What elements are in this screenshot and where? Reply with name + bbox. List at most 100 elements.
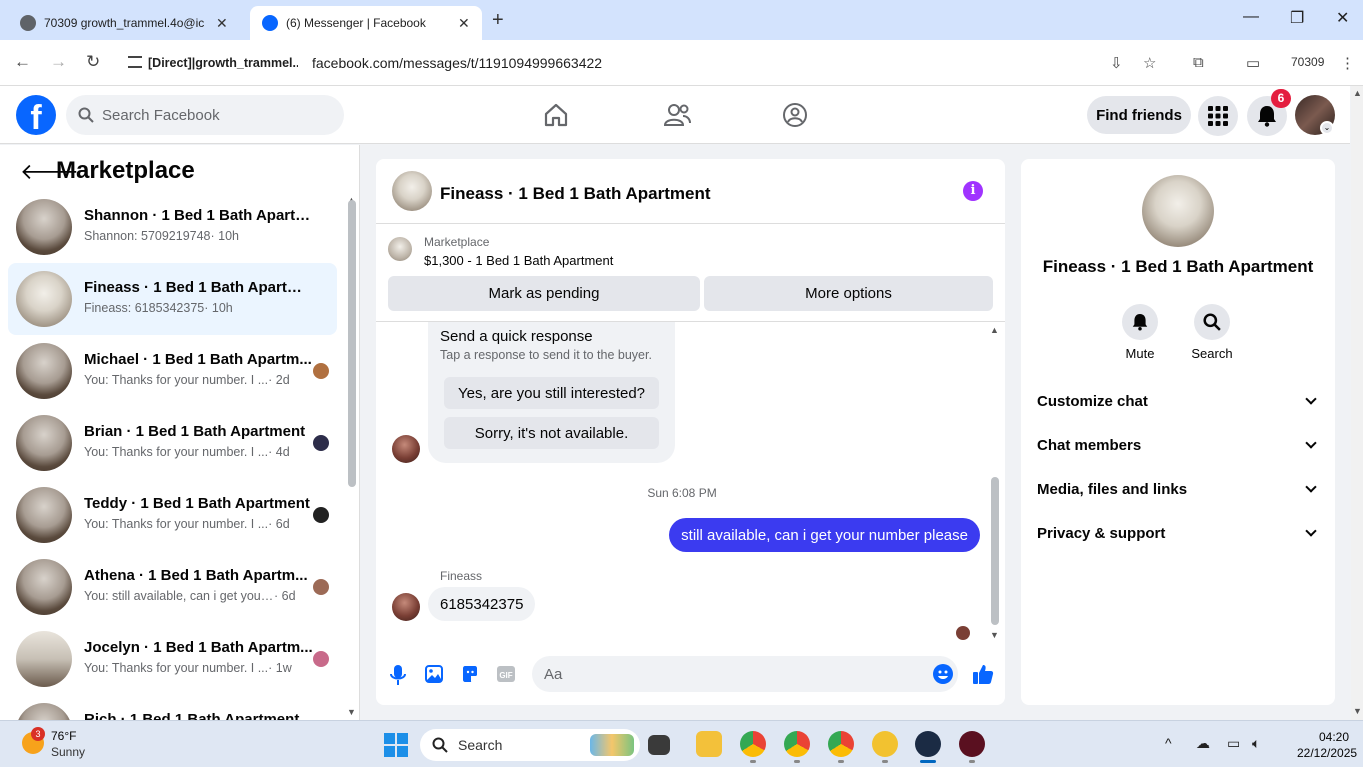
customize-chat-row[interactable]: Customize chat xyxy=(1037,379,1321,423)
conversation-item[interactable]: Michael · 1 Bed 1 Bath Apartm... You: Th… xyxy=(8,335,337,407)
chrome-profile-icon[interactable] xyxy=(784,731,810,757)
omnibox[interactable]: [Direct]|growth_trammel.... facebook.com… xyxy=(120,48,1140,78)
listing-thumbnail xyxy=(16,487,72,543)
back-arrow-icon[interactable]: ← xyxy=(14,52,31,72)
emoji-icon[interactable] xyxy=(933,664,953,684)
facebook-search-input[interactable]: Search Facebook xyxy=(66,95,344,135)
quick-response-title: Send a quick response xyxy=(440,328,593,345)
media-files-links-row[interactable]: Media, files and links xyxy=(1037,467,1321,511)
conversation-item-selected[interactable]: Fineass · 1 Bed 1 Bath Apartment Fineass… xyxy=(8,263,337,335)
conversation-item[interactable]: Shannon · 1 Bed 1 Bath Apartment Shannon… xyxy=(8,191,337,263)
mute-button[interactable]: Mute xyxy=(1110,304,1170,361)
outgoing-message-bubble[interactable]: still available, can i get your number p… xyxy=(669,518,980,552)
listing-thumbnail xyxy=(16,271,72,327)
sidebar-scrollbar[interactable] xyxy=(348,200,356,487)
menu-grid-button[interactable] xyxy=(1198,96,1238,136)
restore-button[interactable]: ❐ xyxy=(1290,8,1304,28)
app-70309-icon[interactable] xyxy=(915,731,941,757)
url-text[interactable]: facebook.com/messages/t/1191094999663422 xyxy=(312,55,602,71)
conversation-item[interactable]: Rich · 1 Bed 1 Bath Apartment xyxy=(8,695,337,720)
conversation-name: Rich · 1 Bed 1 Bath Apartment xyxy=(84,711,300,720)
scroll-down-arrow[interactable]: ▼ xyxy=(347,707,356,717)
new-tab-button[interactable]: + xyxy=(492,9,504,32)
info-icon[interactable]: i xyxy=(963,181,983,201)
sticker-icon[interactable] xyxy=(461,665,479,683)
reload-icon[interactable]: ↻ xyxy=(86,52,100,72)
weather-condition[interactable]: Sunny xyxy=(51,745,85,759)
quick-reply-option[interactable]: Sorry, it's not available. xyxy=(444,417,659,449)
scroll-down-arrow[interactable]: ▼ xyxy=(990,630,999,640)
friends-icon[interactable] xyxy=(663,102,691,128)
scroll-up-arrow[interactable]: ▲ xyxy=(990,325,999,335)
conversation-item[interactable]: Teddy · 1 Bed 1 Bath Apartment You: Than… xyxy=(8,479,337,551)
bell-icon xyxy=(1132,314,1148,331)
quick-response-subtitle: Tap a response to send it to the buyer. xyxy=(440,348,652,362)
chat-scrollbar[interactable] xyxy=(991,477,999,625)
chat-title[interactable]: Fineass · 1 Bed 1 Bath Apartment xyxy=(440,184,711,204)
mark-as-pending-button[interactable]: Mark as pending xyxy=(388,276,700,311)
home-icon[interactable] xyxy=(543,102,569,128)
network-icon[interactable]: ▭ xyxy=(1227,735,1240,752)
app-78673-icon[interactable] xyxy=(959,731,985,757)
chat-avatar[interactable] xyxy=(392,171,432,211)
close-window-button[interactable]: ✕ xyxy=(1336,8,1349,28)
bookmark-star-icon[interactable]: ☆ xyxy=(1143,54,1156,72)
smile-icon xyxy=(938,670,948,679)
system-clock[interactable]: 04:20 22/12/2025 xyxy=(1297,729,1357,761)
chrome-profile-icon[interactable] xyxy=(828,731,854,757)
listing-thumbnail xyxy=(16,199,72,255)
conversation-item[interactable]: Brian · 1 Bed 1 Bath Apartment You: Than… xyxy=(8,407,337,479)
quick-reply-option[interactable]: Yes, are you still interested? xyxy=(444,377,659,409)
weather-temperature[interactable]: 76°F xyxy=(51,729,76,743)
chevron-down-icon[interactable]: ⌄ xyxy=(1320,121,1334,135)
chrome-icon[interactable] xyxy=(740,731,766,757)
search-in-conversation-button[interactable]: Search xyxy=(1182,304,1242,361)
browser-tab-active[interactable]: (6) Messenger | Facebook ✕ xyxy=(250,6,482,40)
task-view-icon[interactable] xyxy=(648,735,670,755)
find-friends-button[interactable]: Find friends xyxy=(1087,96,1191,134)
facebook-header: f Search Facebook Find friends 6 ⌄ xyxy=(0,86,1350,144)
privacy-support-row[interactable]: Privacy & support xyxy=(1037,511,1321,555)
tab-title: 70309 growth_trammel.4o@icl xyxy=(44,16,204,30)
app-x-icon[interactable] xyxy=(872,731,898,757)
gif-icon[interactable]: GIF xyxy=(497,665,515,683)
message-input[interactable]: Aa xyxy=(532,656,958,692)
facebook-logo-icon[interactable]: f xyxy=(16,95,56,135)
tab-search-icon[interactable]: ▭ xyxy=(1246,54,1260,72)
install-app-icon[interactable]: ⇩ xyxy=(1110,54,1123,72)
site-chip[interactable]: [Direct]|growth_trammel.... xyxy=(148,56,298,70)
close-tab-icon[interactable]: ✕ xyxy=(458,15,470,32)
incoming-message-bubble[interactable]: 6185342375 xyxy=(428,587,536,621)
search-icon xyxy=(1203,313,1221,331)
conversation-item[interactable]: Jocelyn · 1 Bed 1 Bath Apartm... You: Th… xyxy=(8,623,337,695)
groups-icon[interactable] xyxy=(782,102,808,128)
windows-start-icon[interactable] xyxy=(384,733,408,757)
gallery-icon[interactable] xyxy=(425,665,443,683)
conversation-snippet: You: Thanks for your number. I ...· 1w xyxy=(84,661,292,675)
forward-arrow-icon[interactable]: → xyxy=(50,52,67,72)
chat-members-row[interactable]: Chat members xyxy=(1037,423,1321,467)
browser-profile-label[interactable]: 70309 xyxy=(1291,55,1324,69)
minimize-button[interactable]: — xyxy=(1243,8,1259,26)
browser-menu-icon[interactable]: ⋮ xyxy=(1340,54,1355,72)
close-tab-icon[interactable]: ✕ xyxy=(216,15,228,32)
seen-avatar xyxy=(313,651,329,667)
search-highlight-image xyxy=(590,734,634,756)
more-options-button[interactable]: More options xyxy=(704,276,993,311)
sync-off-icon[interactable]: ☁ xyxy=(1196,735,1210,752)
page-scrollbar[interactable]: ▲ ▼ xyxy=(1351,86,1363,720)
file-explorer-icon[interactable] xyxy=(696,731,722,757)
volume-icon[interactable]: 🔈︎ xyxy=(1252,735,1260,752)
sender-avatar[interactable] xyxy=(392,593,420,621)
taskbar-search[interactable]: Search xyxy=(420,729,640,761)
browser-tab-inactive[interactable]: 70309 growth_trammel.4o@icl ✕ xyxy=(8,6,248,40)
chevron-up-icon[interactable]: ^ xyxy=(1165,735,1172,751)
extensions-icon[interactable]: ⧉ xyxy=(1193,54,1204,71)
search-icon xyxy=(78,107,94,123)
listing-thumbnail xyxy=(16,631,72,687)
sender-avatar[interactable] xyxy=(392,435,420,463)
thumbs-up-icon[interactable] xyxy=(972,663,994,685)
microphone-icon[interactable] xyxy=(390,665,406,685)
conversation-item[interactable]: Athena · 1 Bed 1 Bath Apartm... You: sti… xyxy=(8,551,337,623)
site-settings-icon[interactable] xyxy=(128,56,142,68)
